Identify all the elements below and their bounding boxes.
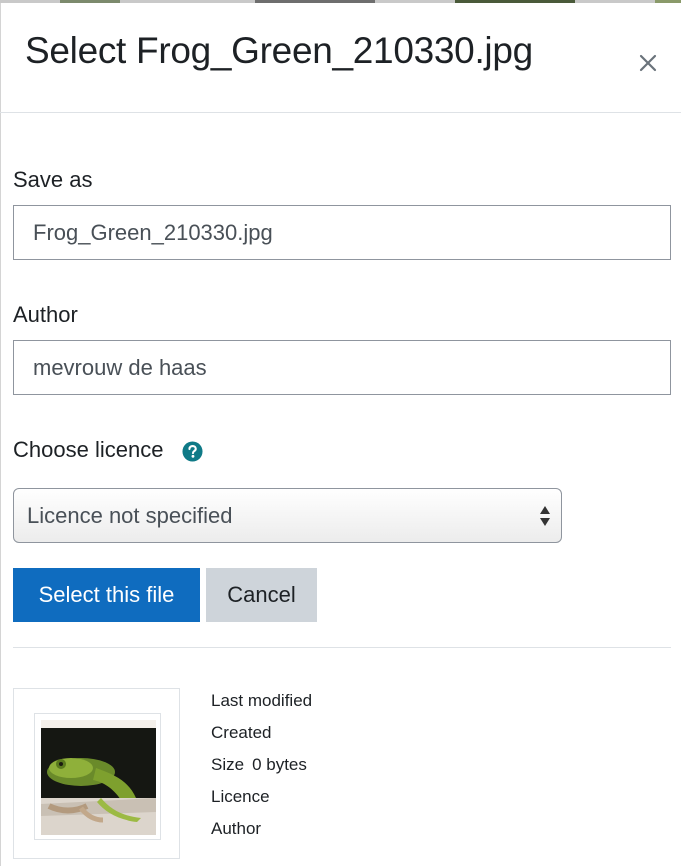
- dialog-title: Select Frog_Green_210330.jpg: [25, 30, 533, 71]
- size-label: Size: [211, 755, 245, 774]
- author-input[interactable]: [13, 340, 671, 395]
- licence-info-label: Licence: [211, 787, 270, 806]
- cancel-button[interactable]: Cancel: [206, 568, 317, 622]
- close-button[interactable]: [630, 45, 666, 81]
- last-modified-label: Last modified: [211, 691, 313, 710]
- dialog-left-edge: [0, 3, 1, 866]
- close-icon: [639, 54, 657, 72]
- file-thumbnail: [34, 713, 161, 840]
- licence-select[interactable]: Licence not specified: [13, 488, 562, 543]
- select-file-button[interactable]: Select this file: [13, 568, 200, 622]
- question-circle-icon[interactable]: [182, 441, 203, 462]
- author-label: Author: [13, 302, 78, 327]
- licence-select-value: Licence not specified: [27, 502, 233, 528]
- frog-thumbnail-image: [41, 720, 156, 835]
- size-row: Size 0 bytes: [211, 755, 307, 775]
- author-info-label: Author: [211, 819, 262, 838]
- sort-arrows-icon: [540, 506, 550, 526]
- divider: [13, 647, 671, 648]
- save-as-label: Save as: [13, 167, 93, 192]
- file-thumbnail-frame: [13, 688, 180, 859]
- save-as-input[interactable]: [13, 205, 671, 260]
- size-value: 0 bytes: [252, 755, 307, 774]
- dialog-header: Select Frog_Green_210330.jpg: [0, 3, 681, 113]
- created-label: Created: [211, 723, 272, 742]
- licence-label: Choose licence: [13, 437, 164, 462]
